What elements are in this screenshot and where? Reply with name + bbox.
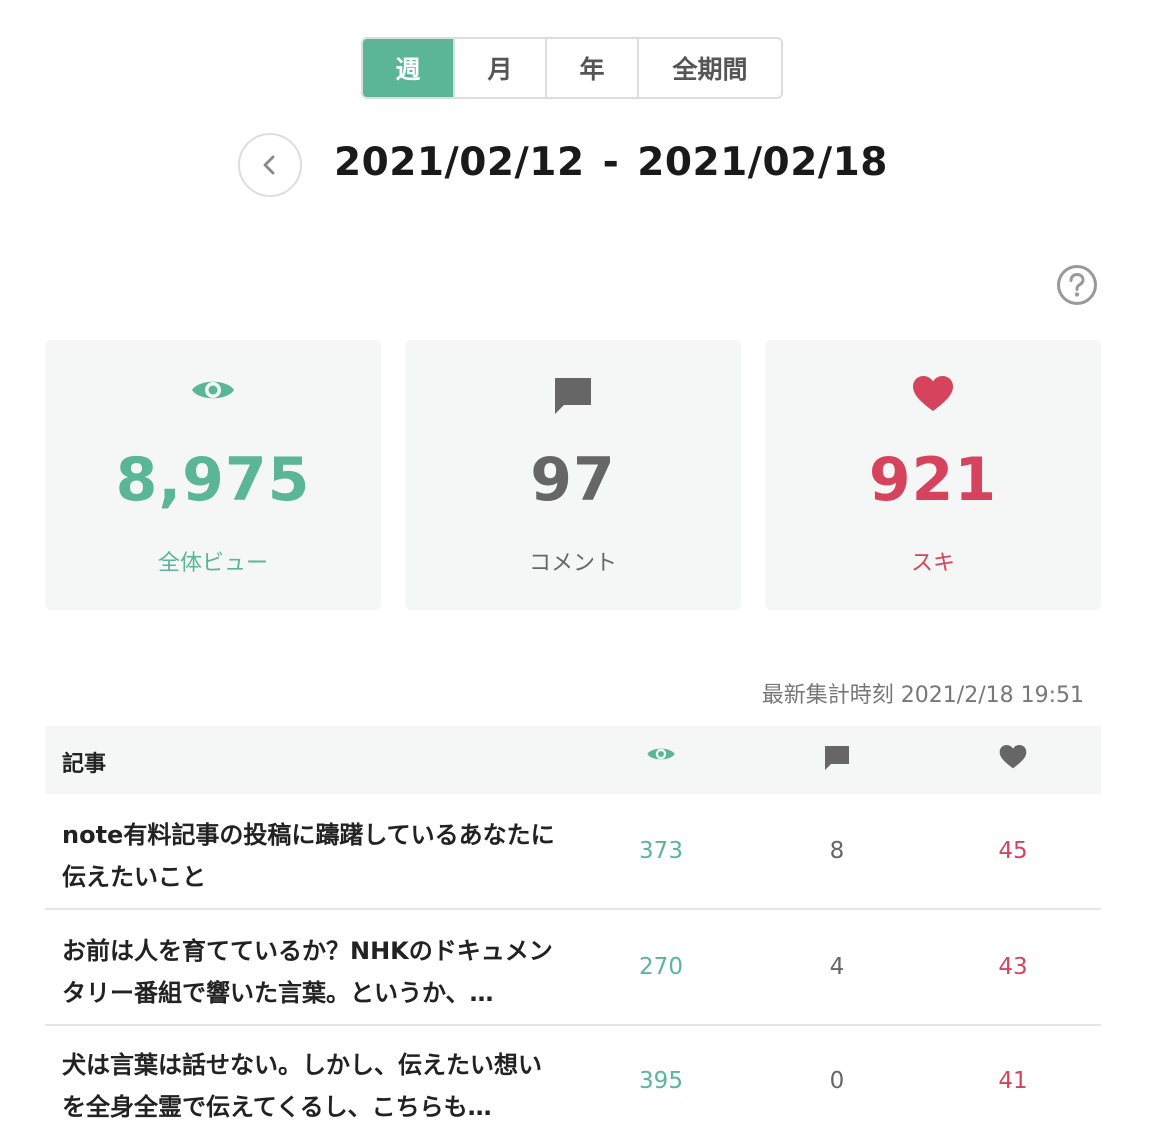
previous-period-button[interactable] bbox=[238, 133, 302, 197]
column-header-article: 記事 bbox=[62, 752, 107, 777]
tab-all-time[interactable]: 全期間 bbox=[639, 39, 781, 97]
date-range: 2021/02/12-2021/02/18 bbox=[334, 140, 888, 185]
comment-icon bbox=[555, 378, 591, 414]
date-start: 2021/02/12 bbox=[334, 140, 585, 185]
likes-label: スキ bbox=[910, 551, 955, 576]
comments-total: 97 bbox=[530, 445, 616, 515]
eye-icon bbox=[192, 381, 234, 399]
comments-card: 97 コメント bbox=[405, 340, 741, 610]
article-comments: 0 bbox=[829, 1068, 845, 1094]
article-likes: 43 bbox=[998, 954, 1028, 980]
date-separator: - bbox=[602, 140, 620, 185]
article-views: 373 bbox=[639, 838, 683, 864]
table-row[interactable]: お前は人を育てているか？NHKのドキュメンタリー番組で響いた言葉。というか、… … bbox=[45, 912, 1101, 1026]
table-row[interactable]: 犬は言葉は話せない。しかし、伝えたい想いを全身全霊で伝えてくるし、こちらも… 3… bbox=[45, 1026, 1101, 1122]
heart-icon bbox=[999, 745, 1027, 769]
article-comments: 8 bbox=[829, 838, 845, 864]
views-total: 8,975 bbox=[115, 445, 311, 515]
comments-label: コメント bbox=[528, 551, 617, 576]
views-card: 8,975 全体ビュー bbox=[45, 340, 381, 610]
article-title[interactable]: note有料記事の投稿に躊躇しているあなたに伝えたいこと bbox=[62, 814, 562, 898]
views-label: 全体ビュー bbox=[157, 551, 268, 576]
article-table-header: 記事 bbox=[45, 726, 1101, 794]
article-likes: 41 bbox=[998, 1068, 1028, 1094]
date-end: 2021/02/18 bbox=[637, 140, 888, 185]
heart-icon bbox=[913, 376, 953, 411]
help-icon[interactable] bbox=[1055, 263, 1099, 307]
likes-card: 921 スキ bbox=[765, 340, 1101, 610]
eye-icon bbox=[647, 748, 675, 760]
tab-year[interactable]: 年 bbox=[547, 39, 639, 97]
last-updated-timestamp: 最新集計時刻 2021/2/18 19:51 bbox=[761, 683, 1084, 708]
article-views: 270 bbox=[639, 954, 683, 980]
chevron-left-icon bbox=[263, 155, 275, 175]
likes-total: 921 bbox=[868, 445, 998, 515]
column-header-comments[interactable] bbox=[819, 744, 855, 772]
comment-icon bbox=[825, 746, 849, 770]
article-likes: 45 bbox=[998, 838, 1028, 864]
article-title[interactable]: お前は人を育てているか？NHKのドキュメンタリー番組で響いた言葉。というか、… bbox=[62, 930, 562, 1014]
tab-week[interactable]: 週 bbox=[363, 39, 455, 97]
column-header-views[interactable] bbox=[643, 744, 679, 764]
period-tabs: 週 月 年 全期間 bbox=[361, 37, 783, 99]
table-row[interactable]: note有料記事の投稿に躊躇しているあなたに伝えたいこと 373 8 45 bbox=[45, 796, 1101, 910]
article-views: 395 bbox=[639, 1068, 683, 1094]
column-header-likes[interactable] bbox=[995, 744, 1031, 770]
article-comments: 4 bbox=[829, 954, 845, 980]
tab-month[interactable]: 月 bbox=[455, 39, 547, 97]
article-title[interactable]: 犬は言葉は話せない。しかし、伝えたい想いを全身全霊で伝えてくるし、こちらも… bbox=[62, 1044, 562, 1122]
